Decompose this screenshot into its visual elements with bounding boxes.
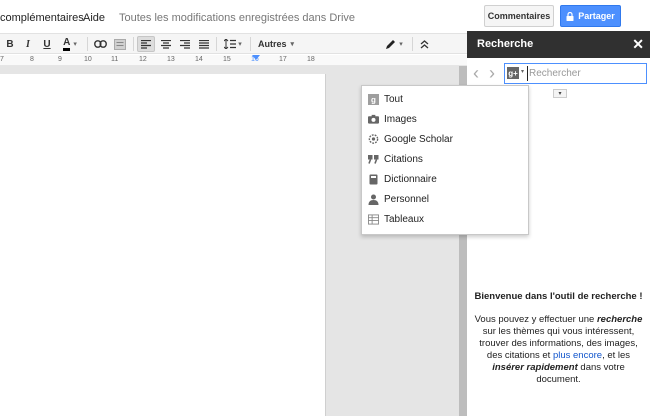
book-icon: [368, 174, 379, 185]
ruler-tick: 18: [307, 56, 315, 63]
search-type-personal[interactable]: Personnel: [362, 189, 528, 209]
ruler-tick: 9: [58, 56, 62, 63]
text-color-icon: A: [63, 37, 71, 51]
welcome-body: Vous pouvez y effectuer une recherche su…: [474, 314, 643, 386]
bold-button[interactable]: B: [3, 36, 17, 52]
ruler[interactable]: 7 8 9 10 11 12 13 14 15 16 17 18: [0, 55, 467, 66]
indent-marker[interactable]: [252, 55, 260, 60]
search-type-images[interactable]: Images: [362, 109, 528, 129]
search-type-citations[interactable]: Citations: [362, 149, 528, 169]
search-type-label: Images: [384, 113, 417, 125]
comments-button-label: Commentaires: [487, 11, 551, 21]
document-page[interactable]: [0, 74, 326, 416]
search-type-toggle[interactable]: ▾: [553, 89, 567, 98]
toolbar-divider: [216, 37, 217, 51]
ruler-tick: 8: [30, 56, 34, 63]
ruler-tick: 14: [195, 56, 203, 63]
text-color-button[interactable]: A ▾: [57, 36, 83, 52]
more-button-label: Autres: [257, 39, 287, 49]
underline-button[interactable]: U: [40, 36, 54, 52]
forward-arrow-icon[interactable]: ›: [489, 63, 495, 84]
insert-comment-button[interactable]: [112, 36, 128, 52]
ruler-tick: 15: [223, 56, 231, 63]
menu-addons[interactable]: complémentaires: [0, 12, 84, 24]
toolbar-divider: [412, 37, 413, 51]
menu-bar: complémentaires Aide Toutes les modifica…: [0, 0, 650, 33]
chevron-down-icon: ▾: [73, 41, 77, 48]
search-type-label: Personnel: [384, 193, 430, 205]
input-tools-button[interactable]: ▾: [380, 36, 408, 52]
search-type-scholar[interactable]: Google Scholar: [362, 129, 528, 149]
insert-link-button[interactable]: [92, 36, 108, 52]
line-spacing-button[interactable]: ▾: [220, 36, 246, 52]
welcome-title: Bienvenue dans l'outil de recherche !: [474, 291, 643, 302]
chevron-down-icon[interactable]: ▾: [521, 68, 524, 75]
research-panel-header: Recherche ✕: [467, 31, 650, 58]
ruler-tick: 10: [84, 56, 92, 63]
pen-icon: [386, 39, 396, 49]
comments-button[interactable]: Commentaires: [484, 5, 554, 27]
align-right-button[interactable]: [176, 36, 193, 52]
double-chevron-up-icon: [420, 39, 428, 48]
camera-icon: [368, 114, 379, 125]
align-justify-icon: [198, 39, 209, 49]
quote-icon: [368, 154, 379, 165]
chevron-down-icon: ▾: [399, 41, 403, 48]
person-icon: [368, 194, 379, 205]
welcome-emphasis: recherche: [596, 314, 643, 325]
search-type-label: Tout: [384, 93, 403, 105]
share-button-label: Partager: [578, 11, 615, 21]
search-type-dictionary[interactable]: Dictionnaire: [362, 169, 528, 189]
collapse-toolbar-button[interactable]: [416, 36, 432, 52]
comment-icon: [114, 38, 126, 50]
lock-icon: [566, 11, 574, 21]
italic-button[interactable]: I: [21, 36, 35, 52]
scholar-icon: [368, 134, 379, 145]
more-info-link[interactable]: plus encore: [553, 350, 602, 361]
ruler-tick: 12: [139, 56, 147, 63]
search-type-menu: g Tout Images Google Scholar Citations D…: [361, 85, 529, 235]
welcome-text: Vous pouvez y effectuer une: [474, 314, 595, 325]
search-type-label: Citations: [384, 153, 423, 165]
welcome-emphasis: insérer rapidement: [492, 362, 578, 373]
svg-text:g: g: [371, 95, 376, 104]
save-status[interactable]: Toutes les modifications enregistrées da…: [119, 12, 355, 24]
align-justify-button[interactable]: [195, 36, 212, 52]
line-spacing-icon: [224, 39, 237, 49]
toolbar-divider: [133, 37, 134, 51]
align-right-icon: [179, 39, 190, 49]
chevron-down-icon: ▾: [290, 41, 295, 48]
share-button[interactable]: Partager: [560, 5, 621, 27]
google-icon[interactable]: g+: [507, 67, 519, 79]
toolbar-divider: [87, 37, 88, 51]
toolbar: B I U A ▾ ▾ Autres ▾ ▾: [0, 33, 467, 54]
link-icon: [93, 40, 107, 48]
search-type-tables[interactable]: Tableaux: [362, 209, 528, 229]
align-left-icon: [141, 39, 151, 49]
back-arrow-icon[interactable]: ‹: [473, 63, 479, 84]
toolbar-divider: [250, 37, 251, 51]
search-type-label: Tableaux: [384, 213, 425, 225]
align-center-button[interactable]: [157, 36, 174, 52]
menu-help[interactable]: Aide: [83, 12, 105, 24]
ruler-tick: 13: [167, 56, 175, 63]
align-left-button[interactable]: [137, 36, 155, 52]
google-icon: g: [368, 93, 379, 105]
search-type-label: Dictionnaire: [384, 173, 437, 185]
ruler-tick: 7: [0, 56, 4, 63]
research-panel-title: Recherche: [477, 38, 534, 50]
ruler-tick: 17: [279, 56, 287, 63]
close-icon[interactable]: ✕: [632, 36, 644, 53]
more-button[interactable]: Autres ▾: [255, 36, 297, 52]
ruler-tick: 11: [111, 56, 119, 63]
research-search-box[interactable]: g+ ▾: [504, 63, 647, 84]
search-type-label: Google Scholar: [384, 133, 453, 145]
welcome-text: , et les: [602, 350, 631, 361]
table-icon: [368, 213, 379, 225]
search-type-tout[interactable]: g Tout: [362, 89, 528, 109]
align-center-icon: [160, 39, 171, 49]
research-search-input[interactable]: [527, 66, 642, 81]
chevron-down-icon: ▾: [238, 41, 242, 48]
welcome-message: Bienvenue dans l'outil de recherche ! Vo…: [474, 291, 643, 386]
